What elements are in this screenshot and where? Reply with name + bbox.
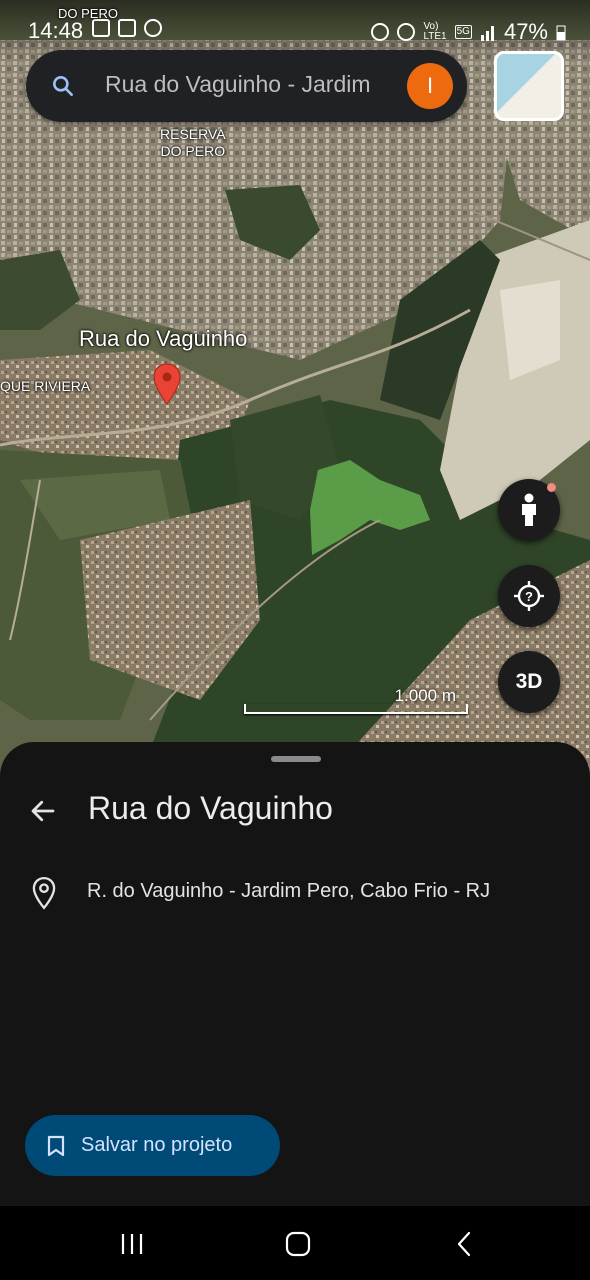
toggle-3d-button[interactable]: 3D (498, 651, 560, 713)
volte-indicator: Vo) LTE1 (423, 21, 447, 42)
scale-label: 1.000 m (394, 686, 456, 705)
account-avatar[interactable]: I (407, 63, 453, 109)
recent-apps-button[interactable] (112, 1230, 152, 1258)
alarm-icon (144, 19, 162, 37)
battery-percent: 47% (503, 19, 548, 44)
place-address: R. do Vaguinho - Jardim Pero, Cabo Frio … (87, 880, 491, 902)
save-to-project-label: Salvar no projeto (81, 1134, 233, 1156)
map-label-riviera: QUE RIVIERA (0, 378, 91, 394)
status-system-icons: Vo) LTE1 5G 47% (371, 19, 566, 45)
map-label-reserva: RESERVA DO PERO (160, 126, 226, 159)
scale-bar (244, 704, 468, 714)
location-outline-icon (32, 876, 56, 910)
map-label-pero-top: DO PERO (58, 6, 118, 21)
alarm-icon (371, 23, 390, 41)
svg-text:?: ? (525, 589, 533, 604)
system-navigation-bar (0, 1206, 590, 1280)
back-arrow-icon[interactable] (28, 796, 58, 826)
my-location-icon: ? (514, 581, 544, 611)
chevron-left-icon (457, 1231, 471, 1257)
home-icon (285, 1231, 311, 1257)
checkbox-icon (118, 19, 136, 37)
signal-icon (480, 26, 494, 41)
map-layers-button[interactable] (494, 51, 564, 121)
recent-apps-icon (121, 1234, 143, 1254)
search-bar[interactable]: Rua do Vaguinho - Jardim I (26, 50, 467, 122)
notification-dot (547, 483, 556, 492)
sheet-drag-handle[interactable] (271, 756, 321, 762)
place-title: Rua do Vaguinho (88, 790, 333, 826)
place-bottom-sheet[interactable]: Rua do Vaguinho R. do Vaguinho - Jardim … (0, 742, 590, 1206)
mute-icon (397, 23, 416, 41)
network-type-label: 5G (454, 25, 472, 39)
search-query[interactable]: Rua do Vaguinho - Jardim (105, 71, 395, 98)
person-icon (522, 493, 536, 526)
nav-back-button[interactable] (444, 1230, 484, 1258)
location-pin-icon[interactable] (152, 362, 182, 406)
status-notification-icons (92, 19, 162, 37)
map-scale: 1.000 m (244, 686, 468, 716)
my-location-button[interactable]: ? (498, 565, 560, 627)
save-to-project-button[interactable]: Salvar no projeto (25, 1115, 280, 1176)
search-icon (53, 76, 73, 96)
street-view-button[interactable] (498, 479, 560, 541)
satellite-map[interactable]: 14:48 Vo) LTE1 5G 47% DO PERO Rua do Vag… (0, 0, 590, 790)
home-button[interactable] (278, 1230, 318, 1258)
map-label-street: Rua do Vaguinho (79, 326, 248, 351)
battery-icon (556, 25, 566, 41)
image-icon (92, 19, 110, 37)
status-time: 14:48 (28, 18, 84, 43)
bookmark-icon (47, 1135, 65, 1156)
